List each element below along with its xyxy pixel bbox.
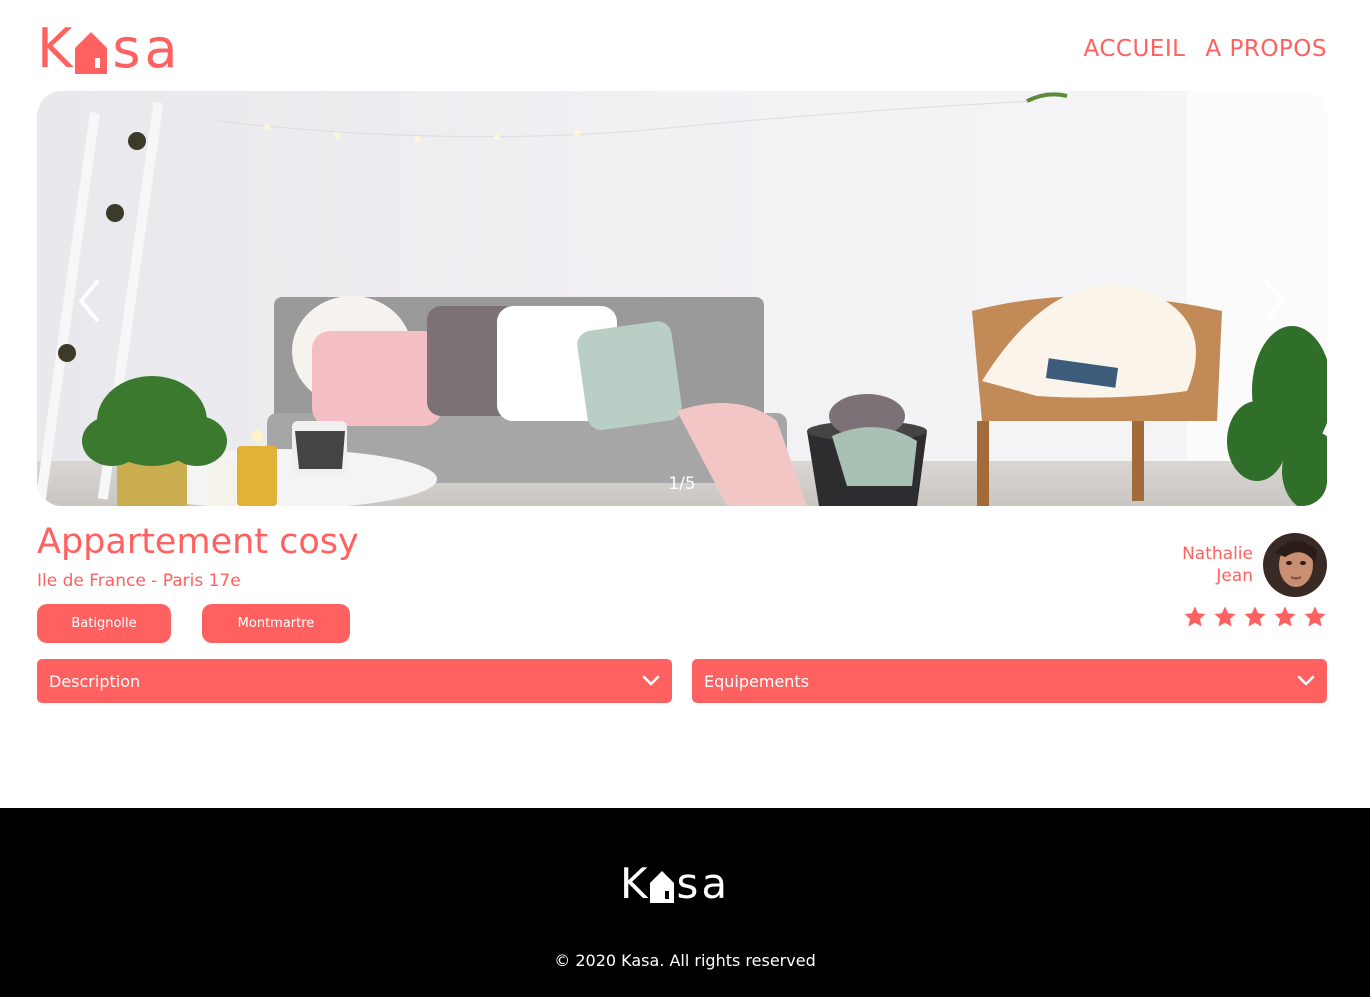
equipements-collapse[interactable]: Equipements [692, 659, 1327, 703]
listing-location: Ile de France - Paris 17e [37, 571, 241, 591]
star-icon [1274, 606, 1296, 627]
host-last-name: Jean [1216, 566, 1253, 586]
tag: Batignolle [37, 604, 171, 643]
logo-letter-k: K [620, 859, 648, 908]
star-icon [1304, 606, 1326, 627]
collapse-label: Description [49, 671, 141, 691]
logo-letters-sa: sa [112, 17, 182, 80]
description-collapse[interactable]: Description [37, 659, 672, 703]
logo-letters-sa: sa [676, 859, 731, 908]
header: K sa ACCUEIL A PROPOS [0, 0, 1370, 91]
nav-link-accueil[interactable]: ACCUEIL [1084, 36, 1186, 62]
logo-letter-k: K [37, 17, 72, 80]
chevron-left-icon[interactable] [69, 276, 109, 326]
main-nav: ACCUEIL A PROPOS [1084, 36, 1328, 62]
collapse-label: Equipements [704, 671, 810, 691]
host-info: Nathalie Jean [1182, 533, 1327, 597]
rating-stars [1183, 604, 1327, 630]
copyright-text: © 2020 Kasa. All rights reserved [554, 951, 816, 970]
listing-photo [37, 91, 1327, 506]
house-icon [75, 32, 108, 74]
chevron-down-icon[interactable] [642, 675, 660, 687]
star-icon [1184, 606, 1206, 627]
footer: K sa © 2020 Kasa. All rights reserved [0, 808, 1370, 997]
house-icon [649, 871, 674, 903]
listing-title: Appartement cosy [37, 522, 359, 562]
avatar [1263, 533, 1327, 597]
host-name: Nathalie Jean [1182, 543, 1253, 587]
chevron-down-icon[interactable] [1297, 675, 1315, 687]
tag: Montmartre [202, 604, 350, 643]
star-icon [1244, 606, 1266, 627]
photo-carousel: 1/5 [37, 91, 1327, 506]
kasa-logo[interactable]: K sa [37, 20, 182, 76]
chevron-right-icon[interactable] [1255, 276, 1295, 326]
host-first-name: Nathalie [1182, 544, 1253, 564]
slide-counter: 1/5 [668, 474, 696, 494]
nav-link-a-propos[interactable]: A PROPOS [1205, 36, 1327, 62]
tag-list: Batignolle Montmartre [37, 604, 350, 643]
footer-logo: K sa [620, 860, 730, 905]
star-icon [1214, 606, 1236, 627]
